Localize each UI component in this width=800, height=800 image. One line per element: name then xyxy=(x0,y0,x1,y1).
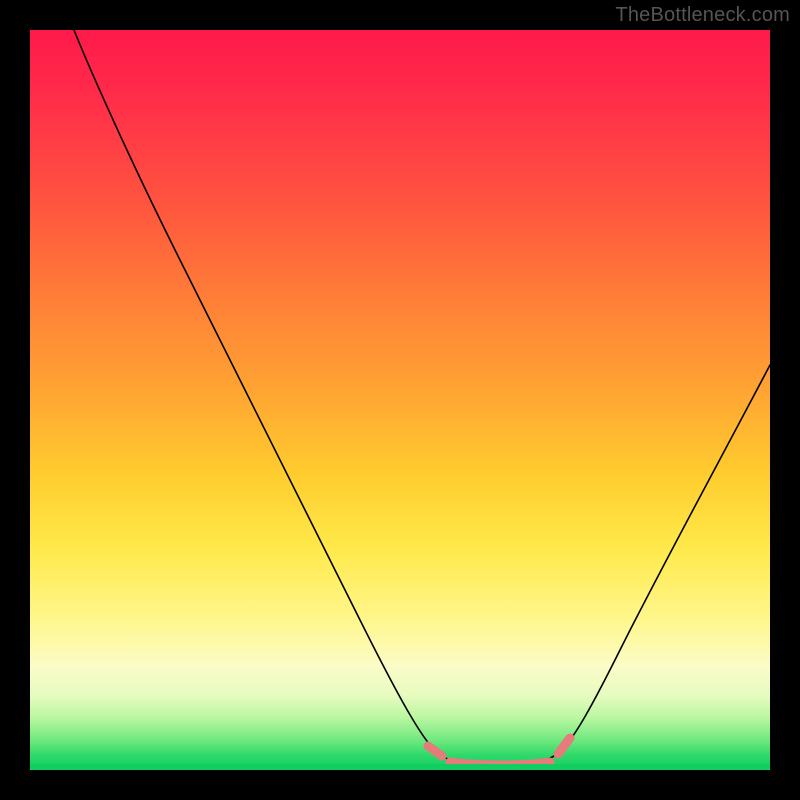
curve-layer xyxy=(30,30,770,770)
bottom-green-band xyxy=(30,764,770,770)
plot-area xyxy=(30,30,770,770)
watermark-text: TheBottleneck.com xyxy=(615,4,790,27)
bottleneck-curve xyxy=(74,30,770,765)
optimal-marker-left xyxy=(428,746,442,756)
chart-stage: TheBottleneck.com xyxy=(0,0,800,800)
optimal-marker-right xyxy=(558,738,570,754)
